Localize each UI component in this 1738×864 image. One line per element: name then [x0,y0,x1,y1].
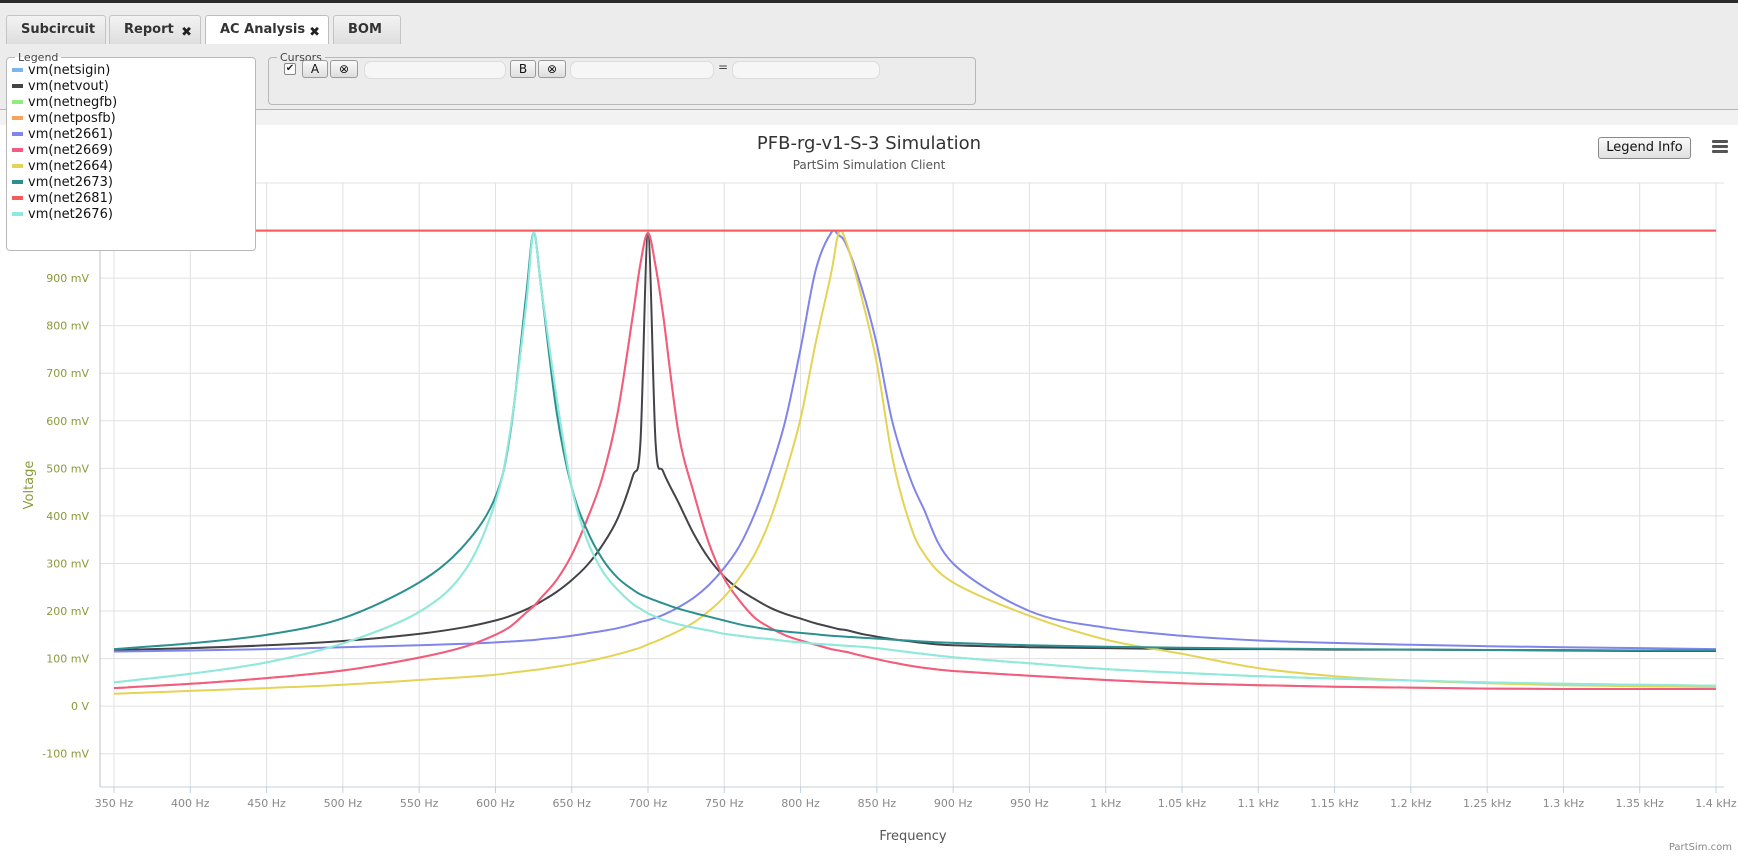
series-line-vm-net2664 [113,229,1717,695]
x-tick-label: 1.4 kHz [1695,797,1737,810]
x-tick-label: 900 Hz [934,797,973,810]
legend-item-label: vm(net2669) [28,143,113,158]
legend-item-vm-net2661[interactable]: vm(net2661) [12,127,113,143]
y-axis-title: Voltage [22,461,37,510]
y-tick-label: 400 mV [46,510,89,523]
y-tick-label: 100 mV [46,653,89,666]
x-tick-label: 550 Hz [400,797,439,810]
x-tick-label: 1.15 kHz [1310,797,1359,810]
y-tick-label: 800 mV [46,320,89,333]
x-tick-label: 1.25 kHz [1463,797,1512,810]
y-tick-label: 600 mV [46,415,89,428]
series-line-vm-net2676 [113,231,1717,687]
x-axis-title: Frequency [879,829,946,844]
x-tick-label: 350 Hz [95,797,134,810]
legend-swatch [12,195,23,200]
legend-swatch [12,83,23,88]
legend-item-vm-netposfb[interactable]: vm(netposfb) [12,111,116,127]
chart-menu-icon[interactable] [1712,140,1728,154]
x-tick-label: 1.2 kHz [1390,797,1432,810]
x-tick-label: 750 Hz [705,797,744,810]
legend-swatch [12,67,23,72]
series-line-vm-net2669 [113,231,1716,691]
x-tick-label: 800 Hz [781,797,820,810]
y-tick-label: 200 mV [46,605,89,618]
x-tick-label: 850 Hz [858,797,897,810]
legend-item-vm-net2669[interactable]: vm(net2669) [12,143,113,159]
series-line-vm-net2661 [113,229,1717,653]
y-tick-label: 700 mV [46,367,89,380]
y-tick-label: 500 mV [46,462,89,475]
legend-swatch [12,163,23,168]
legend-item-label: vm(netnegfb) [28,95,118,110]
x-tick-label: 600 Hz [476,797,515,810]
chart-plot: 350 Hz 400 Hz 450 Hz 500 Hz 550 Hz 600 Hz 650 … [22,182,1737,844]
legend-swatch [12,147,23,152]
legend-swatch [12,179,23,184]
legend-swatch [12,115,23,120]
legend-swatch [12,131,23,136]
legend-item-vm-net2664[interactable]: vm(net2664) [12,159,113,175]
x-tick-label: 700 Hz [629,797,668,810]
legend-item-vm-net2676[interactable]: vm(net2676) [12,207,113,223]
y-tick-label: 0 V [71,700,89,713]
legend-item-label: vm(net2673) [28,175,113,190]
legend-item-vm-net2681[interactable]: vm(net2681) [12,191,113,207]
series-line-vm-netvout [113,231,1717,653]
legend-item-label: vm(netvout) [28,79,109,94]
legend-item-vm-netnegfb[interactable]: vm(netnegfb) [12,95,117,111]
chart-title: PFB-rg-v1-S-3 Simulation [756,133,982,154]
credit-link[interactable]: PartSim.com [1669,842,1732,853]
y-tick-label: 900 mV [46,272,89,285]
x-tick-label: 450 Hz [247,797,286,810]
series-line-vm-netposfb [113,231,1716,691]
x-tick-label: 1.05 kHz [1158,797,1207,810]
legend-item-label: vm(net2676) [28,207,113,222]
legend-item-label: vm(net2661) [28,127,113,142]
x-tick-label: 400 Hz [171,797,210,810]
x-tick-label: 650 Hz [552,797,591,810]
legend-swatch [12,211,23,216]
x-tick-label: 950 Hz [1010,797,1049,810]
legend-item-label: vm(net2681) [28,191,113,206]
legend-item-vm-netvout[interactable]: vm(netvout) [12,79,109,95]
legend-item-label: vm(netsigin) [28,63,111,78]
x-tick-label: 500 Hz [324,797,363,810]
x-tick-label: 1.3 kHz [1543,797,1585,810]
series-line-vm-netnegfb [113,231,1717,687]
legend-info-button[interactable]: Legend Info [1598,137,1691,159]
legend-item-label: vm(netposfb) [28,111,116,126]
legend-item-label: vm(net2664) [28,159,113,174]
y-tick-label: 300 mV [46,557,89,570]
legend-item-vm-netsigin[interactable]: vm(netsigin) [12,63,110,79]
y-tick-label: -100 mV [42,748,89,761]
series-line-vm-net2673 [113,231,1717,652]
x-tick-label: 1.35 kHz [1616,797,1665,810]
legend-swatch [12,99,23,104]
x-tick-label: 1.1 kHz [1238,797,1280,810]
chart-subtitle: PartSim Simulation Client [792,158,946,172]
x-tick-label: 1 kHz [1090,797,1121,810]
legend-item-vm-net2673[interactable]: vm(net2673) [12,175,113,191]
